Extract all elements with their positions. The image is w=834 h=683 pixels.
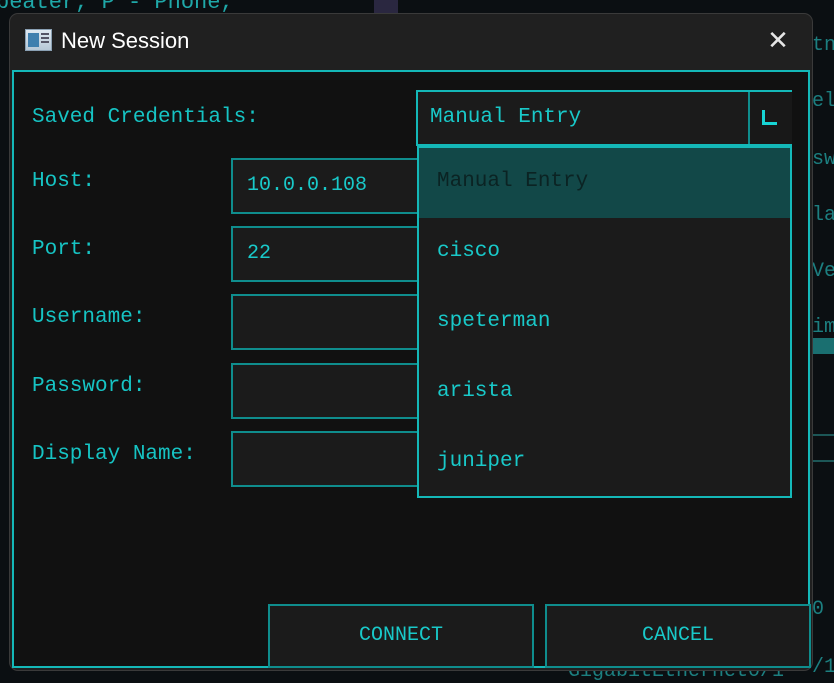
credentials-dropdown-list: Manual Entry cisco speterman arista juni…	[417, 146, 792, 498]
saved-credentials-label: Saved Credentials:	[32, 106, 259, 129]
window-title: New Session	[61, 28, 190, 53]
dropdown-option-arista[interactable]: arista	[419, 358, 790, 428]
username-label: Username:	[32, 306, 146, 329]
background-selection-bar	[812, 338, 834, 354]
display-name-input[interactable]	[231, 431, 431, 487]
cancel-button[interactable]: CANCEL	[545, 604, 811, 668]
host-input[interactable]: 10.0.0.108	[231, 158, 431, 214]
dropdown-option-cisco[interactable]: cisco	[419, 218, 790, 288]
background-fragment: sw	[812, 148, 834, 171]
background-fragment: el	[812, 90, 834, 113]
background-fragment: /1	[812, 656, 834, 679]
background-highlight	[374, 0, 398, 14]
background-divider	[812, 460, 834, 462]
dropdown-option-juniper[interactable]: juniper	[419, 428, 790, 498]
dropdown-option-speterman[interactable]: speterman	[419, 288, 790, 358]
background-fragment: la	[812, 204, 834, 227]
title-bar[interactable]: New Session ✕	[10, 14, 812, 70]
username-input[interactable]	[231, 294, 431, 350]
display-name-label: Display Name:	[32, 443, 196, 466]
port-input[interactable]: 22	[231, 226, 431, 282]
background-divider	[812, 434, 834, 436]
port-label: Port:	[32, 238, 96, 261]
saved-credentials-select[interactable]: Manual Entry	[416, 90, 792, 146]
dropdown-toggle[interactable]	[748, 92, 792, 144]
chevron-down-icon	[762, 110, 777, 125]
background-fragment: tna	[812, 34, 834, 57]
connect-button[interactable]: CONNECT	[268, 604, 534, 668]
host-label: Host:	[32, 170, 96, 193]
background-fragment: ime	[812, 316, 834, 339]
background-fragment: Ve	[812, 260, 834, 283]
password-label: Password:	[32, 375, 146, 398]
background-fragment: 0	[812, 598, 825, 621]
dropdown-option-manual-entry[interactable]: Manual Entry	[419, 148, 790, 218]
app-icon	[25, 29, 52, 51]
close-button[interactable]: ✕	[758, 24, 798, 58]
background-terminal-text: peater, P - Phone,	[0, 0, 234, 15]
password-input[interactable]	[231, 363, 431, 419]
